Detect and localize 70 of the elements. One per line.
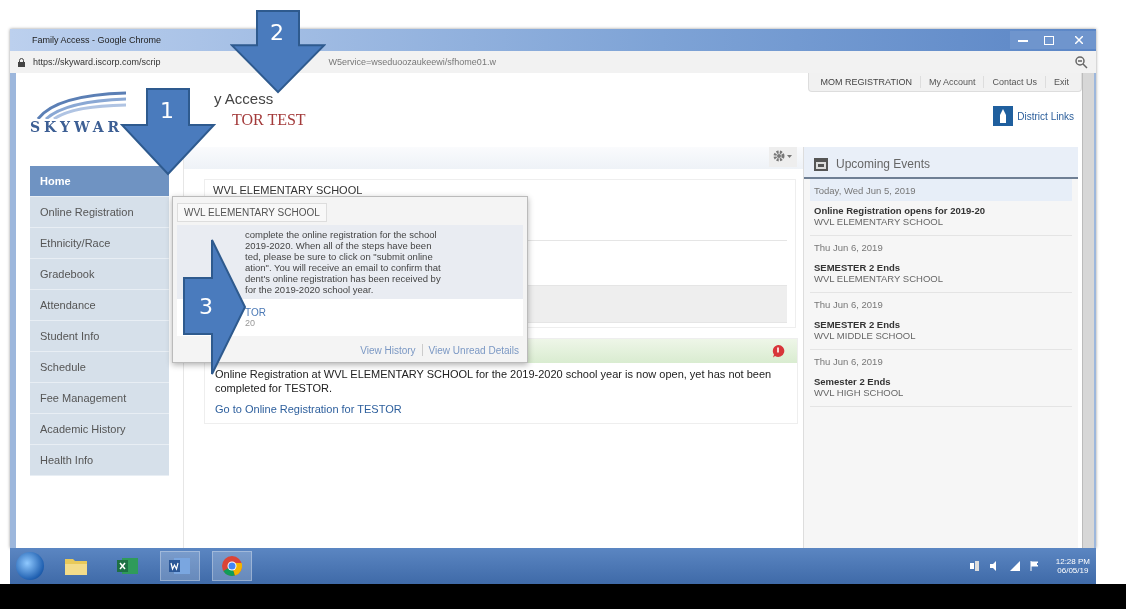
clock-time: 12:28 PM [1055,557,1090,566]
url-text: W5ervice=wseduoozaukeewi/sfhome01.w [328,57,496,67]
document-icon[interactable] [160,551,200,581]
sidebar-item[interactable]: Gradebook [30,259,169,290]
sidebar-item[interactable]: Home [30,166,169,197]
start-button[interactable] [16,552,44,580]
popup-text-line: ation". You will receive an email to confirm that [245,262,442,273]
popup-tab[interactable]: WVL ELEMENTARY SCHOOL [177,203,327,222]
gear-icon [773,149,793,162]
event-date: Thu Jun 6, 2019 [814,242,884,253]
scrollbar[interactable] [1082,73,1094,548]
event-title: SEMESTER 2 Ends [814,320,902,330]
close-button[interactable] [1062,31,1096,49]
registration-link[interactable]: Go to Online Registration for TESTOR [215,403,787,415]
top-link[interactable]: Exit [1045,76,1077,88]
sidebar-item[interactable]: Fee Management [30,383,169,414]
logo-text: SKYWAR [30,119,125,135]
event-title: Semester 2 Ends [814,377,892,387]
window-title: Family Access - Google Chrome [32,35,162,45]
building-icon [993,106,1014,126]
minimize-icon [1018,38,1028,42]
minimize-button[interactable] [1010,31,1036,49]
event-school: WVL ELEMENTARY SCHOOL [814,273,944,284]
top-link[interactable]: Contact Us [983,76,1045,88]
sidebar-item[interactable]: Attendance [30,290,169,321]
popup-text-line: dent's online registration has been received by [245,273,442,284]
callout-number: 3 [199,294,213,319]
popup-text-line: ted, please be sure to click on "submit online [245,251,434,262]
event-school: WVL HIGH SCHOOL [814,387,905,398]
district-links-link[interactable]: District Links [1017,110,1074,122]
sidebar-item[interactable]: Online Registration [30,197,169,228]
event-title: Online Registration opens for 2019-20 [814,206,987,216]
sidebar-item[interactable]: Health Info [30,445,169,476]
top-link[interactable]: My Account [919,76,984,88]
popup-text-line: complete the online registration for the school [245,229,438,240]
network-icon [969,561,980,571]
app-title: y Access [214,90,275,107]
event-title: SEMESTER 2 Ends [814,263,902,273]
top-link[interactable]: MOM REGISTRATION [812,76,920,88]
calendar-icon [814,157,828,171]
school-year: 20 [245,318,256,328]
event-school: WVL ELEMENTARY SCHOOL [814,216,944,227]
student-name: TOR TEST [232,111,306,129]
event-date: Thu Jun 6, 2019 [814,356,884,367]
close-icon [1075,36,1083,44]
popup-text-line: for the 2019-2020 school year. [245,284,375,295]
signal-icon [1009,561,1020,571]
sidebar-item[interactable]: Ethnicity/Race [30,228,169,259]
browser-icon[interactable] [212,551,252,581]
settings-button[interactable] [769,147,797,167]
maximize-icon [1044,35,1054,45]
url-text: https://skyward.iscorp.com/scrip [33,57,161,67]
swoosh-icon [36,89,126,119]
sidebar-item[interactable]: Student Info [30,321,169,352]
student-link[interactable]: TOR [245,307,517,318]
message-text: Online Registration at WVL ELEMENTARY SCHOOL for the 2019-2020 school year is now open, yet has not been completed for TESTOR. [215,367,773,395]
sidebar-item[interactable]: Academic History [30,414,169,445]
school-heading: WVL ELEMENTARY SCHOOL [213,184,364,196]
zoom-icon[interactable] [1075,55,1088,69]
popup-text-line: 2019-2020. When all of the steps have been [245,240,433,251]
sidebar-item[interactable]: Schedule [30,352,169,383]
events-title: Upcoming Events [836,157,931,171]
lock-icon [18,57,25,67]
flag-icon [1029,561,1040,571]
event-date: Today, Wed Jun 5, 2019 [814,185,917,196]
event-date: Thu Jun 6, 2019 [814,299,884,310]
callout-number: 1 [160,98,174,123]
callout-number: 2 [270,20,284,45]
event-school: WVL MIDDLE SCHOOL [814,330,917,341]
clock-date: 06/05/19 [1057,566,1089,575]
